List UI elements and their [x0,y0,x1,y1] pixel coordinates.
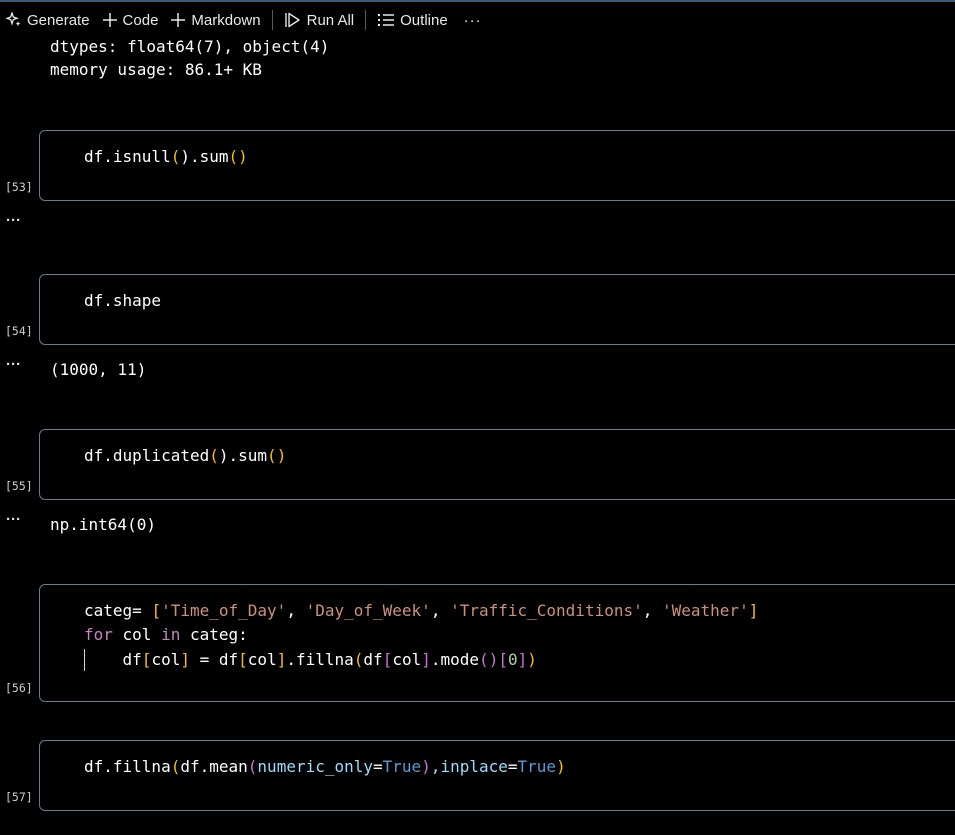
add-code-cell-button[interactable]: Code [96,7,165,33]
notebook-toolbar: Generate Code Markdown Run All Outline ·… [0,4,955,36]
code-line[interactable]: df.duplicated().sum() [84,446,286,465]
info-output-dtypes: dtypes: float64(7), object(4) [50,37,330,56]
more-actions-button[interactable]: ··· [454,12,492,29]
execution-count: [55] [5,479,33,493]
code-cell-57[interactable]: df.fillna(df.mean(numeric_only=True),inp… [39,740,955,811]
outline-label: Outline [400,11,448,29]
info-output-memory: memory usage: 86.1+ KB [50,60,262,79]
execution-count: [53] [5,180,33,194]
generate-label: Generate [27,11,90,29]
code-line[interactable]: df[col] = df[col].fillna(df[col].mode()[… [84,650,537,669]
execution-count: [57] [5,790,33,804]
run-all-label: Run All [306,11,355,29]
toolbar-separator [271,10,273,30]
execution-count: [56] [5,681,33,695]
plus-icon [102,13,117,27]
top-accent-line [0,0,955,2]
cell-output: (1000, 11) [50,360,147,379]
code-line[interactable]: for col in categ: [84,625,248,644]
sparkle-icon [6,12,21,27]
toolbar-separator [365,10,367,30]
execution-count: [54] [5,324,33,338]
code-line[interactable]: categ= ['Time_of_Day', 'Day_of_Week', 'T… [84,601,758,620]
run-all-button[interactable]: Run All [278,7,361,33]
output-menu-dots[interactable]: ··· [6,356,21,373]
code-cell-53[interactable]: df.isnull().sum() [39,130,955,201]
code-cell-54[interactable]: df.shape [39,274,955,345]
markdown-label: Markdown [191,11,261,29]
output-menu-dots[interactable]: ··· [6,511,21,528]
generate-button[interactable]: Generate [0,7,96,33]
code-cell-56[interactable]: categ= ['Time_of_Day', 'Day_of_Week', 'T… [39,584,955,702]
run-all-icon [284,12,300,28]
code-line[interactable]: df.shape [84,291,161,310]
code-cell-55[interactable]: df.duplicated().sum() [39,429,955,500]
code-line[interactable]: df.isnull().sum() [84,147,248,166]
output-menu-dots[interactable]: ··· [6,212,21,229]
list-icon [378,14,395,26]
outline-button[interactable]: Outline [371,7,454,33]
add-markdown-cell-button[interactable]: Markdown [164,7,266,33]
code-line[interactable]: df.fillna(df.mean(numeric_only=True),inp… [84,757,566,776]
code-label: Code [122,11,159,29]
cell-output: np.int64(0) [50,515,156,534]
plus-icon [171,13,186,27]
